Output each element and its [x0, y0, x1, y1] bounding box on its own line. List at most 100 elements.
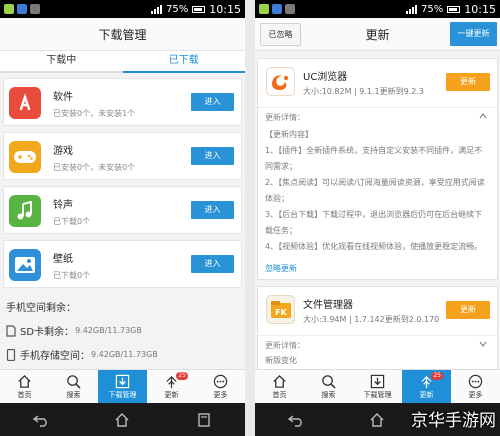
nav-update[interactable]: 更新 25 [147, 370, 196, 403]
svg-text:FK: FK [275, 308, 287, 317]
category-ringtones[interactable]: 铃声 已下载0个 进入 [3, 186, 242, 234]
category-name: 游戏 [53, 146, 73, 157]
update-screen: 75% 10:15 已忽略 更新 一键更新 UC浏览器 大小:10.82M | … [255, 0, 500, 436]
notification-icon [272, 4, 282, 14]
nav-more[interactable]: 更多 [451, 370, 500, 403]
search-icon [322, 374, 336, 389]
recent-apps-icon[interactable] [195, 412, 213, 427]
nav-search[interactable]: 搜索 [49, 370, 98, 403]
status-bar: 75% 10:15 [0, 0, 245, 18]
signal-icon [406, 4, 418, 14]
app-name: UC浏览器 [303, 72, 348, 83]
update-button[interactable]: 更新 [446, 301, 490, 319]
category-name: 铃声 [53, 200, 73, 211]
uc-browser-icon [266, 67, 295, 96]
update-details-header[interactable]: 更新详情： [258, 107, 497, 125]
back-icon[interactable] [32, 413, 50, 427]
picture-icon [9, 249, 41, 281]
tab-downloaded[interactable]: 已下载 [122, 51, 245, 73]
category-wallpapers[interactable]: 壁纸 已下载0个 进入 [3, 240, 242, 288]
nav-label: 更多 [213, 390, 228, 399]
ignore-update-link[interactable]: 忽略更新 [265, 263, 297, 274]
nav-download-manager[interactable]: 下载管理 [98, 370, 147, 403]
update-note: 3、【后台下载】下载过程中，退出浏览器后仍可在后台继续下载任务； [265, 210, 483, 235]
nav-update[interactable]: 更新 25 [402, 370, 451, 403]
update-details-header[interactable]: 更新详情： [258, 335, 497, 353]
bottom-nav: 首页 搜索 下载管理 更新 25 更多 [255, 369, 500, 403]
notification-icon [4, 4, 14, 14]
nav-label: 更多 [468, 390, 483, 399]
nav-home[interactable]: 首页 [0, 370, 49, 403]
sd-value: 9.42GB/11.73GB [75, 326, 142, 335]
nav-label: 下载管理 [363, 390, 392, 399]
phone-icon [6, 348, 16, 361]
app-meta: 大小:10.82M | 9.1.1更新到9.2.3 [303, 87, 424, 96]
file-manager-icon: FK [266, 295, 295, 324]
enter-button[interactable]: 进入 [191, 201, 234, 219]
download-icon [370, 374, 385, 388]
music-note-icon [9, 195, 41, 227]
notification-icon [285, 4, 295, 14]
phone-storage-row: 手机存储空间： 9.42GB/11.73GB [6, 347, 158, 362]
clock: 10:15 [209, 2, 241, 16]
notification-icon [17, 4, 27, 14]
phone-storage-label: 手机存储空间： [20, 351, 90, 362]
notification-icon [259, 4, 269, 14]
app-bar: 已忽略 更新 一键更新 [255, 18, 500, 51]
battery-percent: 75% [166, 3, 189, 15]
storage-title: 手机空间剩余： [6, 303, 76, 314]
nav-search[interactable]: 搜索 [304, 370, 353, 403]
category-status: 已下载0个 [53, 217, 91, 226]
nav-download-manager[interactable]: 下载管理 [353, 370, 402, 403]
tab-downloading[interactable]: 下载中 [0, 51, 123, 73]
nav-label: 下载管理 [108, 390, 137, 399]
update-note: 1、【插件】全新插件系统，支持自定义安装不同插件，满足不同需求； [265, 146, 483, 171]
nav-label: 更新 [419, 390, 434, 399]
nav-label: 搜索 [321, 390, 336, 399]
category-games[interactable]: 游戏 已安装0个，未安装0个 进入 [3, 132, 242, 180]
bottom-nav: 首页 搜索 下载管理 更新 25 更多 [0, 369, 245, 403]
category-status: 已下载0个 [53, 271, 91, 280]
gamepad-icon [9, 141, 41, 173]
ignored-button[interactable]: 已忽略 [260, 23, 301, 46]
page-title: 更新 [365, 27, 390, 42]
app-bar: 下载管理 [0, 18, 245, 51]
status-bar: 75% 10:15 [255, 0, 500, 18]
sd-storage-row: SD卡剩余： 9.42GB/11.73GB [6, 323, 142, 338]
category-software[interactable]: 软件 已安装0个，未安装1个 进入 [3, 78, 242, 126]
phone-storage-value: 9.42GB/11.73GB [91, 350, 158, 359]
nav-more[interactable]: 更多 [196, 370, 245, 403]
battery-percent: 75% [421, 3, 444, 15]
clock: 10:15 [464, 2, 496, 16]
update-note: 4、【视频体验】优化观看在线视频体验，使播放更稳定流畅。 [265, 242, 483, 251]
sd-card-icon [6, 324, 16, 337]
update-button[interactable]: 更新 [446, 73, 490, 91]
nav-label: 首页 [272, 390, 287, 399]
app-meta: 大小:3.94M | 1.7.142更新到2.0.170 [303, 315, 440, 324]
category-name: 壁纸 [53, 254, 73, 265]
home-icon [273, 374, 286, 388]
watermark: 京华手游网 [411, 411, 496, 431]
nav-home[interactable]: 首页 [255, 370, 304, 403]
update-count-badge: 25 [176, 372, 188, 380]
update-note: 新版变化 [265, 356, 297, 365]
detail-label: 更新详情： [265, 341, 305, 350]
update-notes-heading: 【更新内容】 [265, 130, 313, 139]
download-icon [115, 374, 130, 388]
enter-button[interactable]: 进入 [191, 93, 234, 111]
enter-button[interactable]: 进入 [191, 147, 234, 165]
update-all-button[interactable]: 一键更新 [450, 22, 497, 46]
home-button-icon[interactable] [368, 412, 386, 427]
system-nav-bar [0, 403, 245, 436]
home-button-icon[interactable] [113, 412, 131, 427]
category-status: 已安装0个，未安装0个 [53, 163, 136, 172]
chevron-down-icon[interactable] [479, 340, 487, 348]
update-card-file-manager: FK 文件管理器 大小:3.94M | 1.7.142更新到2.0.170 更新… [257, 286, 498, 370]
home-icon [18, 374, 31, 388]
chevron-up-icon[interactable] [479, 112, 487, 120]
more-icon [213, 374, 228, 388]
battery-icon [192, 5, 206, 13]
back-icon[interactable] [287, 413, 305, 427]
enter-button[interactable]: 进入 [191, 255, 234, 273]
category-name: 软件 [53, 92, 73, 103]
